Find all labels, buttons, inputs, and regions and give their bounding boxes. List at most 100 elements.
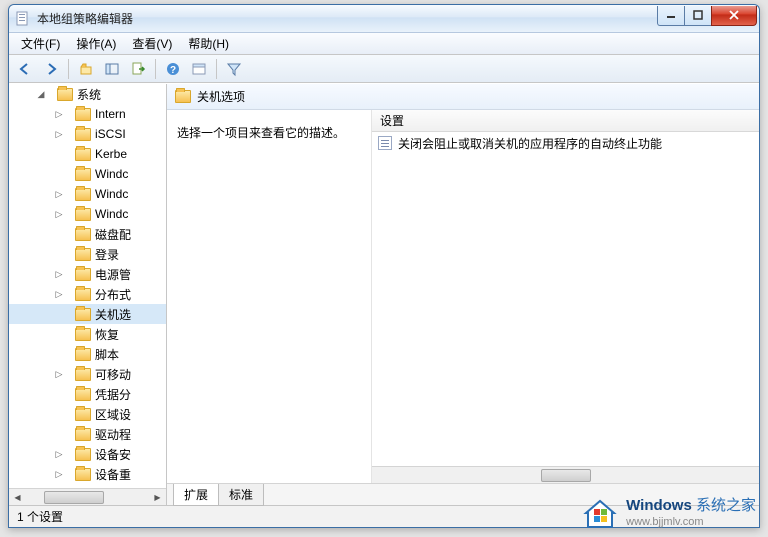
folder-icon	[175, 90, 191, 103]
expand-icon[interactable]: ▷	[53, 469, 65, 480]
tree-item[interactable]: ▷ 设备安	[9, 444, 166, 464]
filter-button[interactable]	[222, 57, 246, 81]
tree-label: 区域设	[95, 406, 131, 423]
list-item[interactable]: 关闭会阻止或取消关机的应用程序的自动终止功能	[372, 132, 759, 154]
folder-icon	[75, 268, 91, 281]
folder-icon	[75, 408, 91, 421]
tree-root[interactable]: ◢系统	[9, 84, 166, 104]
folder-icon	[75, 148, 91, 161]
menu-file[interactable]: 文件(F)	[13, 33, 68, 54]
folder-icon	[75, 288, 91, 301]
tree-item[interactable]: ▷Windc	[9, 184, 166, 204]
tree-item[interactable]: 驱动程	[9, 424, 166, 444]
maximize-button[interactable]	[684, 6, 712, 26]
app-icon	[15, 11, 31, 27]
close-button[interactable]	[711, 6, 757, 26]
forward-button[interactable]	[39, 57, 63, 81]
list-header[interactable]: 设置	[372, 110, 759, 132]
titlebar[interactable]: 本地组策略编辑器	[9, 5, 759, 33]
tree-label: 设备重	[95, 466, 131, 483]
expand-icon[interactable]: ▷	[53, 449, 65, 460]
tree-scroll[interactable]: ◢系统▷Intern▷iSCSIKerbeWindc▷Windc▷Windc磁盘…	[9, 84, 166, 488]
tab-strip: 扩展 标准	[167, 483, 759, 505]
tree-item[interactable]: 凭据分	[9, 384, 166, 404]
status-text: 1 个设置	[17, 508, 63, 525]
menu-help[interactable]: 帮助(H)	[180, 33, 237, 54]
tree-label: 电源管	[95, 266, 131, 283]
tree-item[interactable]: ▷ 分布式	[9, 284, 166, 304]
tab-extended[interactable]: 扩展	[173, 484, 219, 506]
column-setting: 设置	[380, 112, 404, 129]
tree-label: 分布式	[95, 286, 131, 303]
collapse-icon[interactable]: ◢	[35, 89, 47, 100]
folder-icon	[75, 328, 91, 341]
tab-standard[interactable]: 标准	[218, 484, 264, 506]
list-hscrollbar[interactable]	[372, 466, 759, 483]
tree-item[interactable]: Kerbe	[9, 144, 166, 164]
tree-item[interactable]: ▷ Intern	[9, 104, 166, 124]
tree-label: 凭据分	[95, 386, 131, 403]
app-window: 本地组策略编辑器 文件(F) 操作(A) 查看(V) 帮助(H) ? ◢系统 ▷ I…	[8, 4, 760, 528]
expand-icon[interactable]: ▷	[53, 369, 65, 380]
tree-item[interactable]: ▷ Windc	[9, 204, 166, 224]
path-title: 关机选项	[197, 88, 245, 105]
export-button[interactable]	[126, 57, 150, 81]
tree-item[interactable]: 磁盘配	[9, 224, 166, 244]
expand-icon[interactable]: ▷	[53, 109, 65, 120]
expand-icon[interactable]: ▷	[53, 269, 65, 280]
back-button[interactable]	[13, 57, 37, 81]
scroll-left-icon[interactable]: ◀	[9, 490, 26, 505]
svg-text:?: ?	[170, 65, 176, 76]
expand-icon[interactable]: ▷	[53, 209, 65, 220]
tree-pane: ◢系统▷Intern▷iSCSIKerbeWindc▷Windc▷Windc磁盘…	[9, 84, 167, 505]
folder-icon	[75, 248, 91, 261]
scroll-thumb[interactable]	[44, 491, 104, 504]
toolbar-separator	[216, 59, 217, 79]
tree-item[interactable]: ▷ 设备重	[9, 464, 166, 484]
content-area: 选择一个项目来查看它的描述。 设置 关闭会阻止或取消关机的应用程序的自动终止功能	[167, 110, 759, 483]
menu-action[interactable]: 操作(A)	[68, 33, 124, 54]
tree-item[interactable]: 恢复	[9, 324, 166, 344]
tree-label: 关机选	[95, 306, 131, 323]
description-pane: 选择一个项目来查看它的描述。	[167, 110, 372, 483]
up-button[interactable]	[74, 57, 98, 81]
statusbar: 1 个设置	[9, 505, 759, 527]
scroll-thumb[interactable]	[541, 469, 591, 482]
folder-icon	[57, 88, 73, 101]
tree-item[interactable]: ▷ 电源管	[9, 264, 166, 284]
folder-icon	[75, 308, 91, 321]
policy-icon	[378, 136, 392, 150]
folder-icon	[75, 188, 91, 201]
tree-label: Windc	[95, 207, 128, 221]
tree-item[interactable]: 区域设	[9, 404, 166, 424]
tree-item[interactable]: 脚本	[9, 344, 166, 364]
tree-item[interactable]: 登录	[9, 244, 166, 264]
show-hide-tree-button[interactable]	[100, 57, 124, 81]
properties-button[interactable]	[187, 57, 211, 81]
tree-item[interactable]: Windc	[9, 164, 166, 184]
tree-label: 磁盘配	[95, 226, 131, 243]
expand-icon[interactable]: ▷	[53, 129, 65, 140]
window-controls	[658, 6, 757, 26]
folder-icon	[75, 228, 91, 241]
tree-label: 设备安	[95, 446, 131, 463]
toolbar: ?	[9, 55, 759, 83]
tree-item[interactable]: ▷iSCSI	[9, 124, 166, 144]
tree-label: 登录	[95, 246, 119, 263]
scroll-right-icon[interactable]: ▶	[149, 490, 166, 505]
tree-label: Intern	[95, 107, 126, 121]
folder-icon	[75, 128, 91, 141]
expand-icon[interactable]: ▷	[53, 289, 65, 300]
tree-label: 恢复	[95, 326, 119, 343]
minimize-button[interactable]	[657, 6, 685, 26]
expand-icon[interactable]: ▷	[53, 189, 65, 200]
tree-hscrollbar[interactable]: ◀ ▶	[9, 488, 166, 505]
path-bar: 关机选项	[167, 84, 759, 110]
tree-item[interactable]: ▷可移动	[9, 364, 166, 384]
folder-icon	[75, 208, 91, 221]
menu-view[interactable]: 查看(V)	[124, 33, 180, 54]
tree-item[interactable]: 关机选	[9, 304, 166, 324]
toolbar-separator	[155, 59, 156, 79]
folder-icon	[75, 468, 91, 481]
help-button[interactable]: ?	[161, 57, 185, 81]
